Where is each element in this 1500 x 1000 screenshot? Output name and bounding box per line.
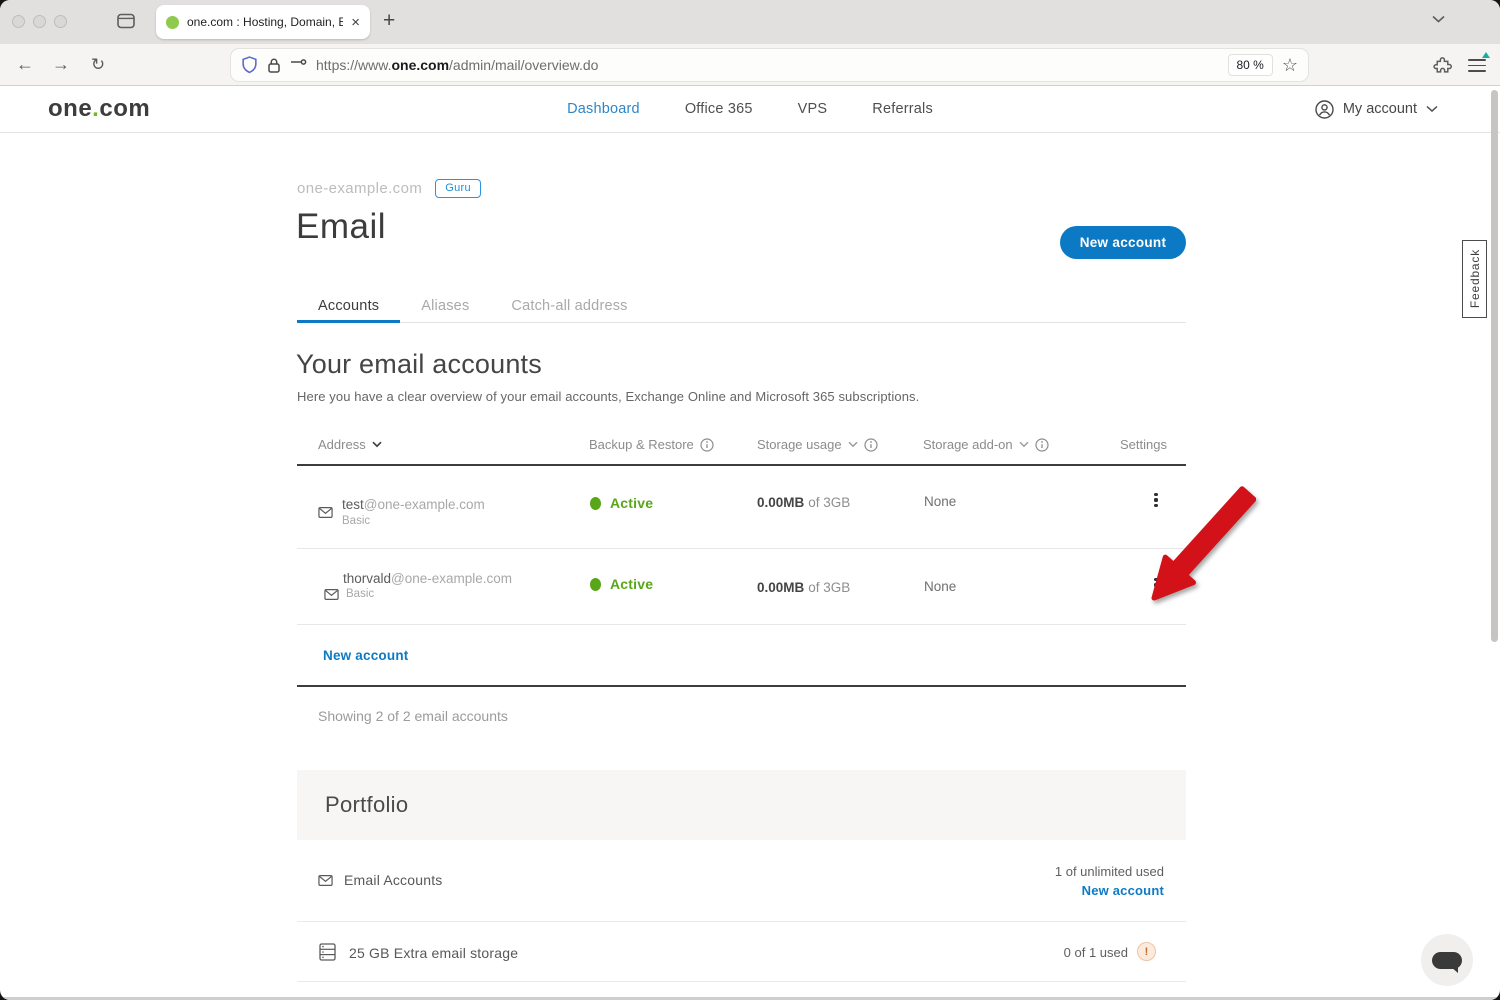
portfolio-title: Portfolio bbox=[297, 770, 1186, 840]
reload-button[interactable]: ↻ bbox=[85, 44, 111, 85]
nav-referrals[interactable]: Referrals bbox=[872, 101, 933, 117]
table-footer-row: New account bbox=[297, 625, 1186, 687]
email-account-icon bbox=[324, 587, 339, 601]
account-plan: Basic bbox=[346, 588, 374, 600]
portfolio-new-account-link[interactable]: New account bbox=[1082, 883, 1164, 898]
status-label: Active bbox=[610, 495, 653, 511]
bookmark-star-icon[interactable]: ☆ bbox=[1282, 55, 1298, 76]
url-bar[interactable]: https://www.one.com/admin/mail/overview.… bbox=[231, 49, 1308, 81]
status-dot-icon bbox=[590, 497, 601, 510]
plan-badge: Guru bbox=[435, 179, 481, 198]
forward-button[interactable]: → bbox=[48, 44, 74, 85]
tab-catch-all-address[interactable]: Catch-all address bbox=[490, 292, 648, 323]
chevron-down-icon bbox=[1426, 105, 1438, 113]
tracking-protection-shield-icon[interactable] bbox=[241, 56, 258, 74]
email-address: test@one-example.com bbox=[342, 496, 485, 514]
window-controls bbox=[12, 15, 67, 28]
email-tabs: Accounts Aliases Catch-all address bbox=[297, 292, 1186, 323]
tab-title: one.com : Hosting, Domain, Ema bbox=[187, 15, 343, 29]
portfolio-row-email-accounts[interactable]: Email Accounts 1 of unlimited used New a… bbox=[297, 840, 1186, 922]
portfolio-row-extra-storage[interactable]: 25 GB Extra email storage 0 of 1 used ! bbox=[297, 922, 1186, 982]
column-header-address[interactable]: Address bbox=[318, 437, 382, 452]
status-cell: Active bbox=[590, 495, 653, 511]
email-account-icon bbox=[318, 873, 333, 887]
lock-icon[interactable] bbox=[267, 57, 281, 74]
table-row[interactable]: test@one-example.com Basic Active 0.00MB… bbox=[297, 466, 1186, 549]
portfolio-item-usage: 0 of 1 used bbox=[1064, 945, 1128, 960]
email-address: thorvald@one-example.com bbox=[343, 570, 512, 588]
scrollbar-thumb[interactable] bbox=[1491, 90, 1498, 642]
feedback-tab[interactable]: Feedback bbox=[1462, 240, 1487, 318]
portfolio-item-label: 25 GB Extra email storage bbox=[349, 945, 518, 961]
new-account-button[interactable]: New account bbox=[1060, 226, 1186, 259]
section-title: Your email accounts bbox=[296, 349, 542, 380]
column-header-storage-usage[interactable]: Storage usage bbox=[757, 437, 878, 452]
column-header-storage-addon[interactable]: Storage add-on bbox=[923, 437, 1049, 452]
new-account-link[interactable]: New account bbox=[323, 648, 408, 663]
list-all-tabs-icon[interactable] bbox=[1432, 15, 1445, 23]
my-account-menu[interactable]: My account bbox=[1315, 86, 1438, 132]
warning-icon[interactable]: ! bbox=[1137, 942, 1156, 961]
minimize-window-button[interactable] bbox=[33, 15, 46, 28]
info-icon[interactable] bbox=[1035, 438, 1049, 452]
chat-bubble-icon bbox=[1432, 952, 1462, 969]
section-description: Here you have a clear overview of your e… bbox=[297, 389, 919, 404]
tab-accounts[interactable]: Accounts bbox=[297, 292, 400, 323]
portfolio-item-usage: 1 of unlimited used bbox=[1055, 864, 1164, 879]
new-tab-button[interactable]: + bbox=[383, 9, 395, 33]
sort-chevron-icon bbox=[848, 441, 858, 448]
tab-aliases[interactable]: Aliases bbox=[400, 292, 490, 323]
url-text: https://www.one.com/admin/mail/overview.… bbox=[316, 57, 598, 73]
account-plan: Basic bbox=[342, 515, 370, 527]
sort-chevron-icon bbox=[372, 441, 382, 448]
row-settings-kebab-icon[interactable] bbox=[1147, 576, 1165, 594]
site-header: one.com Dashboard Office 365 VPS Referra… bbox=[0, 86, 1500, 133]
column-header-settings: Settings bbox=[1120, 437, 1167, 452]
close-tab-icon[interactable]: × bbox=[351, 15, 360, 30]
table-row[interactable]: thorvald@one-example.com Basic Active 0.… bbox=[297, 549, 1186, 625]
domain-line: one-example.com Guru bbox=[297, 179, 481, 198]
back-button[interactable]: ← bbox=[12, 44, 38, 85]
my-account-label: My account bbox=[1343, 101, 1417, 117]
storage-usage: 0.00MBof 3GB bbox=[757, 494, 850, 512]
browser-tab[interactable]: one.com : Hosting, Domain, Ema × bbox=[156, 5, 370, 39]
nav-office-365[interactable]: Office 365 bbox=[685, 101, 753, 117]
domain-name: one-example.com bbox=[297, 180, 422, 197]
app-menu-icon[interactable] bbox=[1468, 56, 1486, 75]
user-avatar-icon bbox=[1315, 100, 1334, 119]
accounts-summary: Showing 2 of 2 email accounts bbox=[318, 708, 508, 724]
browser-toolbar: ← → ↻ https://www.one.com/admin/mail/ove… bbox=[0, 44, 1500, 86]
info-icon[interactable] bbox=[864, 438, 878, 452]
email-account-icon bbox=[318, 505, 333, 519]
browser-window: one.com : Hosting, Domain, Ema × + ← → ↻… bbox=[0, 0, 1500, 1000]
storage-icon bbox=[319, 943, 336, 961]
zoom-level-badge[interactable]: 80 % bbox=[1228, 54, 1273, 76]
page-title: Email bbox=[296, 207, 386, 247]
storage-addon: None bbox=[924, 579, 956, 594]
portfolio-section: Portfolio Email Accounts 1 of unlimited … bbox=[297, 770, 1186, 982]
update-badge-icon bbox=[1482, 52, 1490, 58]
nav-dashboard[interactable]: Dashboard bbox=[567, 101, 640, 117]
close-window-button[interactable] bbox=[12, 15, 25, 28]
tab-strip: one.com : Hosting, Domain, Ema × + bbox=[0, 0, 1500, 44]
info-icon[interactable] bbox=[700, 438, 714, 452]
feedback-label: Feedback bbox=[1468, 249, 1482, 308]
portfolio-item-label: Email Accounts bbox=[344, 872, 443, 888]
zoom-window-button[interactable] bbox=[54, 15, 67, 28]
nav-vps[interactable]: VPS bbox=[798, 101, 828, 117]
status-label: Active bbox=[610, 576, 653, 592]
sort-chevron-icon bbox=[1019, 441, 1029, 448]
site-favicon bbox=[166, 16, 179, 29]
storage-addon: None bbox=[924, 494, 956, 509]
column-header-backup-restore: Backup & Restore bbox=[589, 437, 714, 452]
status-cell: Active bbox=[590, 576, 653, 592]
row-settings-kebab-icon[interactable] bbox=[1147, 491, 1165, 509]
storage-usage: 0.00MBof 3GB bbox=[757, 579, 850, 597]
main-nav: Dashboard Office 365 VPS Referrals bbox=[0, 86, 1500, 132]
extensions-icon[interactable] bbox=[1433, 55, 1452, 74]
permissions-icon[interactable] bbox=[290, 58, 307, 72]
chat-widget-button[interactable] bbox=[1421, 934, 1473, 986]
tab-overview-icon[interactable] bbox=[117, 13, 135, 29]
status-dot-icon bbox=[590, 578, 601, 591]
